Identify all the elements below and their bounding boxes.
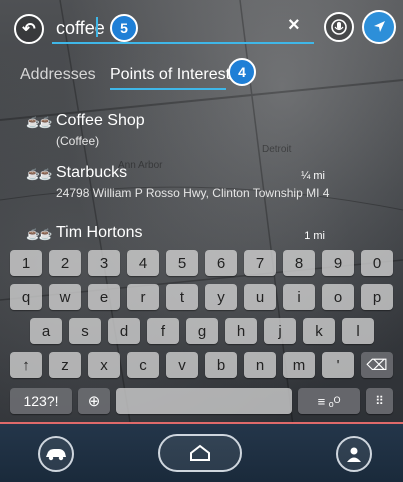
key-l[interactable]: l: [342, 318, 374, 344]
person-icon: [347, 447, 361, 462]
bottom-bar: [0, 424, 403, 482]
back-button[interactable]: ↶: [14, 14, 44, 44]
active-tab-indicator: [110, 88, 226, 90]
navigation-arrow-icon: [374, 21, 385, 32]
text-caret: [96, 17, 98, 37]
navigation-arrow-button[interactable]: [362, 10, 396, 44]
home-button[interactable]: [158, 434, 242, 472]
on-screen-keyboard: 1 2 3 4 5 6 7 8 9 0 q w e r t y u i o p …: [0, 246, 403, 424]
key-m[interactable]: m: [283, 352, 315, 378]
key-h[interactable]: h: [225, 318, 257, 344]
microphone-icon: [331, 19, 347, 35]
language-key[interactable]: ⊕: [78, 388, 110, 414]
result-subtitle: 24798 William P Rosso Hwy, Clinton Towns…: [56, 186, 330, 200]
key-t[interactable]: t: [166, 284, 198, 310]
key-1[interactable]: 1: [10, 250, 42, 276]
result-distance: ¼ mi: [301, 170, 325, 182]
key-6[interactable]: 6: [205, 250, 237, 276]
key-apostrophe[interactable]: ': [322, 352, 354, 378]
key-o[interactable]: o: [322, 284, 354, 310]
coffee-cup-icon: ☕☕: [26, 229, 52, 241]
key-j[interactable]: j: [264, 318, 296, 344]
key-5[interactable]: 5: [166, 250, 198, 276]
key-w[interactable]: w: [49, 284, 81, 310]
key-7[interactable]: 7: [244, 250, 276, 276]
result-name: Starbucks: [56, 164, 128, 181]
key-z[interactable]: z: [49, 352, 81, 378]
key-0[interactable]: 0: [361, 250, 393, 276]
search-tabs: Addresses Points of Interest 4: [0, 58, 403, 94]
key-2[interactable]: 2: [49, 250, 81, 276]
hide-keyboard-key[interactable]: ⠿: [366, 388, 393, 414]
key-e[interactable]: e: [88, 284, 120, 310]
clear-search-button[interactable]: ×: [288, 14, 300, 37]
key-x[interactable]: x: [88, 352, 120, 378]
callout-badge-search: 5: [110, 14, 138, 42]
key-3[interactable]: 3: [88, 250, 120, 276]
key-y[interactable]: y: [205, 284, 237, 310]
space-key[interactable]: [116, 388, 292, 414]
key-u[interactable]: u: [244, 284, 276, 310]
home-icon: [190, 444, 210, 461]
key-s[interactable]: s: [69, 318, 101, 344]
result-name: Tim Hortons: [56, 224, 143, 241]
back-arrow-icon: ↶: [22, 21, 36, 38]
profile-button[interactable]: [336, 436, 372, 472]
shift-key[interactable]: ↑: [10, 352, 42, 378]
keyboard-settings-key[interactable]: ≡ ₒᴼ: [298, 388, 360, 414]
result-subtitle: (Coffee): [56, 134, 100, 148]
backspace-key[interactable]: ⌫: [361, 352, 393, 378]
key-f[interactable]: f: [147, 318, 179, 344]
car-icon: [46, 449, 66, 461]
key-n[interactable]: n: [244, 352, 276, 378]
results-list: ☕☕ Coffee Shop (Coffee) ☕☕ Starbucks ¼ m…: [0, 104, 403, 244]
key-8[interactable]: 8: [283, 250, 315, 276]
key-p[interactable]: p: [361, 284, 393, 310]
key-k[interactable]: k: [303, 318, 335, 344]
result-name: Coffee Shop: [56, 112, 145, 129]
numbers-key[interactable]: 123?!: [10, 388, 72, 414]
callout-badge-tabs: 4: [228, 58, 256, 86]
tab-addresses[interactable]: Addresses: [20, 66, 96, 84]
tab-points-of-interest[interactable]: Points of Interest: [110, 66, 230, 84]
key-9[interactable]: 9: [322, 250, 354, 276]
coffee-cup-icon: ☕☕: [26, 117, 52, 129]
list-item[interactable]: ☕☕ Coffee Shop (Coffee): [0, 110, 403, 154]
key-g[interactable]: g: [186, 318, 218, 344]
key-r[interactable]: r: [127, 284, 159, 310]
key-a[interactable]: a: [30, 318, 62, 344]
key-q[interactable]: q: [10, 284, 42, 310]
voice-search-button[interactable]: [324, 12, 354, 42]
key-i[interactable]: i: [283, 284, 315, 310]
vehicle-button[interactable]: [38, 436, 74, 472]
search-bar: ↶ coffee 5 ×: [0, 0, 403, 56]
list-item[interactable]: ☕☕ Tim Hortons 1 mi: [0, 222, 403, 244]
key-b[interactable]: b: [205, 352, 237, 378]
key-v[interactable]: v: [166, 352, 198, 378]
app-root: Ann Arbor Detroit ↶ coffee 5 × Addresses: [0, 0, 403, 482]
key-d[interactable]: d: [108, 318, 140, 344]
list-item[interactable]: ☕☕ Starbucks ¼ mi 24798 William P Rosso …: [0, 162, 403, 206]
key-4[interactable]: 4: [127, 250, 159, 276]
result-distance: 1 mi: [304, 230, 325, 242]
key-c[interactable]: c: [127, 352, 159, 378]
coffee-cup-icon: ☕☕: [26, 169, 52, 181]
search-input[interactable]: coffee 5: [52, 12, 314, 44]
